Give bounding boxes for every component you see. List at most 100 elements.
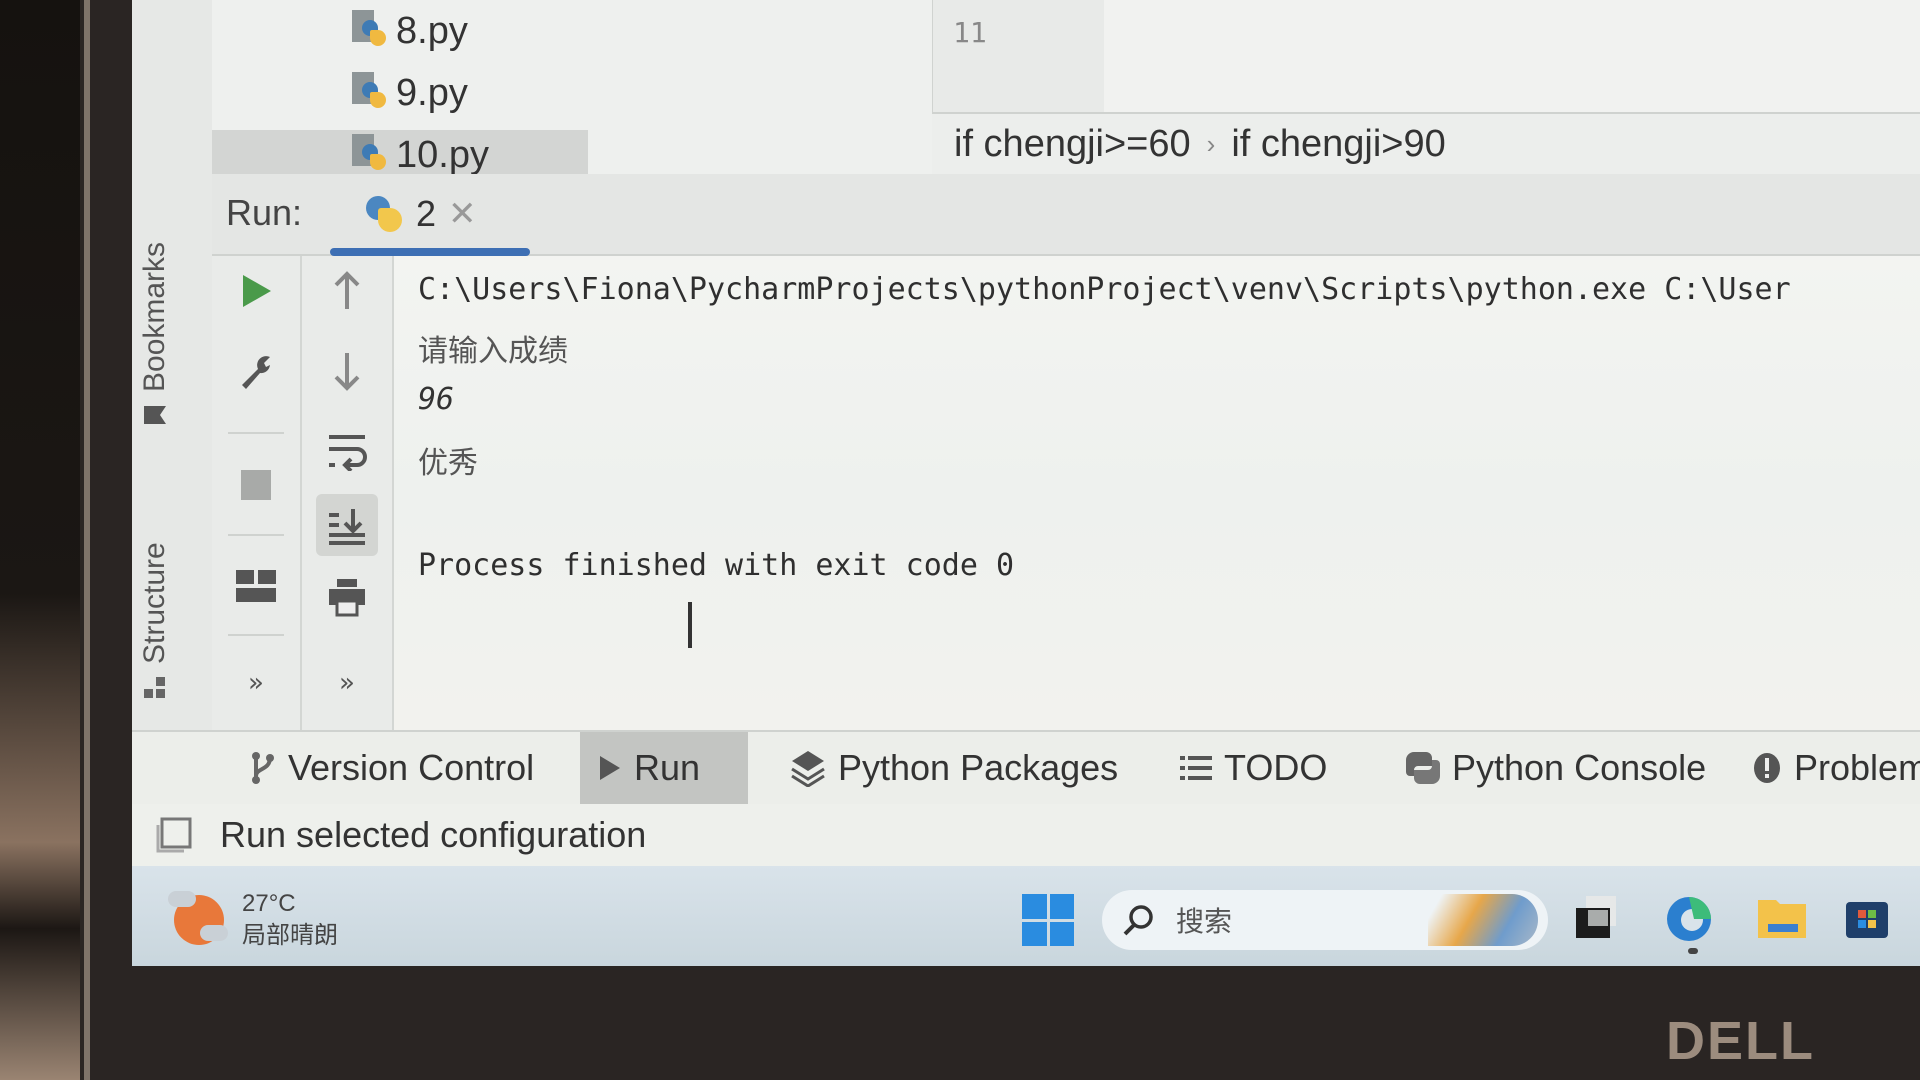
stop-button[interactable]: [212, 450, 300, 520]
editor-area[interactable]: [1104, 0, 1920, 112]
run-tab[interactable]: 2 ✕: [330, 174, 530, 256]
soft-wrap-icon: [329, 435, 367, 471]
tab-label: Python Console: [1452, 747, 1707, 788]
double-chevron-icon: »: [248, 668, 264, 698]
list-icon: [1180, 756, 1212, 780]
microsoft-store-button[interactable]: [1844, 894, 1890, 940]
toolbar-separator: [228, 634, 284, 636]
line-number: 11: [953, 16, 987, 49]
tree-file-10[interactable]: 10.py: [212, 130, 588, 180]
print-button[interactable]: [302, 562, 392, 632]
warning-icon: [1754, 753, 1780, 783]
search-icon: [1123, 905, 1153, 936]
layout-button[interactable]: [212, 552, 300, 622]
arrow-up-icon: [334, 271, 360, 309]
run-console[interactable]: C:\Users\Fiona\PycharmProjects\pythonPro…: [394, 256, 1920, 730]
more-actions-button[interactable]: »: [212, 648, 300, 718]
tab-version-control[interactable]: Version Control: [232, 732, 552, 804]
soft-wrap-button[interactable]: [302, 416, 392, 486]
text-caret: [688, 602, 692, 648]
tab-label: Run: [634, 747, 701, 788]
console-result: 优秀: [418, 446, 478, 481]
status-message: Run selected configuration: [220, 814, 647, 855]
python-file-icon: [352, 10, 388, 52]
tool-windows-toggle-icon[interactable]: [154, 815, 194, 855]
structure-tab-label: Structure: [138, 542, 171, 664]
rerun-button[interactable]: [212, 256, 300, 326]
double-chevron-icon: »: [339, 668, 355, 698]
file-explorer-button[interactable]: [1756, 894, 1806, 940]
tab-python-packages[interactable]: Python Packages: [772, 732, 1136, 804]
windows-taskbar: 27°C 局部晴朗 搜索: [132, 866, 1920, 966]
breadcrumb-item[interactable]: if chengji>90: [1231, 123, 1445, 166]
python-icon: [364, 194, 404, 234]
python-file-icon: [352, 72, 388, 114]
arrow-down-icon: [334, 353, 360, 391]
active-tab-indicator: [330, 248, 530, 256]
stop-icon: [241, 470, 271, 500]
bezel-edge: [84, 0, 90, 1080]
left-tool-stripe: Bookmarks Structure: [132, 0, 213, 806]
taskbar-search[interactable]: 搜索: [1102, 890, 1548, 950]
folder-icon: [1758, 900, 1806, 938]
console-exit-status: Process finished with exit code 0: [418, 548, 1015, 583]
tab-label: Python Packages: [838, 747, 1119, 788]
search-placeholder: 搜索: [1176, 905, 1233, 938]
tab-python-console[interactable]: Python Console: [1388, 732, 1724, 804]
run-label: Run:: [226, 192, 303, 233]
wrench-icon: [242, 356, 270, 389]
structure-icon: [144, 677, 165, 698]
structure-tab[interactable]: Structure: [138, 542, 172, 700]
tree-file-8[interactable]: 8.py: [352, 6, 468, 56]
task-view-icon: [1576, 896, 1616, 938]
python-file-icon: [352, 134, 388, 176]
running-indicator: [1688, 948, 1698, 954]
editor-gutter: 11: [932, 0, 1105, 112]
console-prompt: 请输入成绩: [418, 334, 568, 369]
bookmarks-tab[interactable]: Bookmarks: [138, 242, 172, 428]
chevron-right-icon: ›: [1206, 128, 1216, 159]
toggle-active-bg: [316, 494, 378, 556]
scroll-up-button[interactable]: [302, 256, 392, 326]
tab-problems[interactable]: Problems: [1734, 732, 1920, 804]
scroll-down-button[interactable]: [302, 336, 392, 406]
bookmark-icon: [144, 406, 166, 424]
layout-icon: [236, 570, 276, 602]
tab-label: TODO: [1224, 747, 1328, 788]
printer-icon: [329, 579, 365, 617]
edge-icon: [1667, 897, 1711, 941]
edit-configuration-button[interactable]: [212, 336, 300, 406]
partly-sunny-icon: [168, 891, 228, 945]
tab-run[interactable]: Run: [580, 732, 748, 804]
breadcrumb-item[interactable]: if chengji>=60: [954, 123, 1191, 166]
tab-label: Problems: [1794, 747, 1920, 788]
file-name: 8.py: [396, 9, 468, 52]
tab-todo[interactable]: TODO: [1162, 732, 1345, 804]
play-icon: [600, 756, 620, 780]
file-name: 10.py: [396, 133, 489, 176]
run-toolbar-secondary: »: [302, 256, 394, 730]
windows-start-button[interactable]: [1022, 894, 1074, 946]
close-icon[interactable]: ✕: [448, 194, 477, 234]
scroll-to-end-icon: [329, 509, 365, 545]
screen: Bookmarks Structure 8.py 9.py 10.py 11 i…: [132, 0, 1920, 966]
console-user-input: 96: [418, 382, 455, 417]
more-actions-button[interactable]: »: [302, 648, 392, 718]
tree-file-9[interactable]: 9.py: [352, 68, 468, 118]
toolbar-separator: [228, 534, 284, 536]
scroll-to-end-button[interactable]: [302, 490, 392, 560]
python-icon: [1406, 752, 1440, 784]
play-icon: [243, 275, 271, 307]
run-panel-header: Run: 2 ✕: [212, 174, 1920, 256]
dell-logo: DELL: [1666, 1011, 1815, 1071]
tab-label: Version Control: [288, 747, 535, 788]
search-highlight-art: [1428, 894, 1538, 946]
breadcrumb: if chengji>=60 › if chengji>90: [932, 112, 1920, 176]
tool-window-bar: Version Control Run Python Packages TODO…: [132, 730, 1920, 806]
task-view-button[interactable]: [1574, 894, 1620, 940]
edge-browser-button[interactable]: [1664, 894, 1711, 941]
weather-description: 局部晴朗: [242, 922, 338, 949]
run-tab-label: 2: [416, 193, 437, 234]
weather-temperature: 27°C: [242, 890, 296, 917]
weather-widget[interactable]: 27°C 局部晴朗: [168, 888, 338, 952]
